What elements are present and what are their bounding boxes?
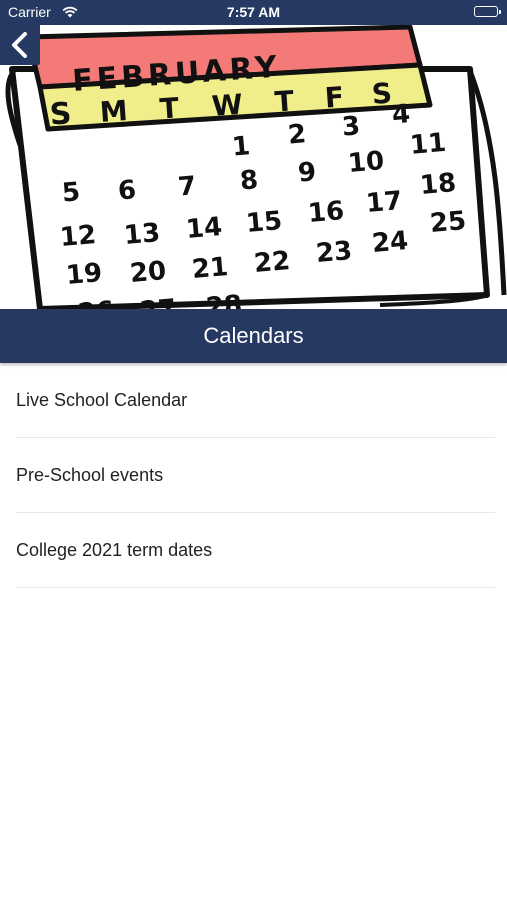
chevron-left-icon bbox=[12, 32, 27, 58]
date-28: 28 bbox=[205, 290, 244, 309]
title-bar: Calendars bbox=[0, 309, 507, 363]
date-20: 20 bbox=[129, 256, 168, 289]
list-item-live-school-calendar[interactable]: Live School Calendar bbox=[16, 363, 495, 438]
back-button[interactable] bbox=[0, 25, 40, 65]
date-8: 8 bbox=[239, 165, 260, 196]
date-11: 11 bbox=[409, 128, 448, 161]
date-21: 21 bbox=[191, 252, 230, 285]
date-17: 17 bbox=[365, 186, 404, 219]
weekday-tue: T bbox=[159, 91, 180, 125]
status-bar: Carrier 7:57 AM bbox=[0, 0, 507, 25]
calendar-header-image: FEBRUARY S M T W T F S 1 2 3 4 5 6 7 8 9… bbox=[0, 25, 507, 309]
weekday-fri: F bbox=[324, 80, 345, 114]
weekday-mon: M bbox=[99, 94, 129, 129]
calendar-illustration: FEBRUARY S M T W T F S 1 2 3 4 5 6 7 8 9… bbox=[5, 25, 507, 309]
date-23: 23 bbox=[315, 236, 354, 269]
page-title: Calendars bbox=[203, 323, 304, 348]
date-4: 4 bbox=[391, 99, 412, 130]
list-item-label: College 2021 term dates bbox=[16, 539, 213, 560]
date-24: 24 bbox=[371, 226, 410, 259]
date-25: 25 bbox=[429, 206, 468, 239]
date-16: 16 bbox=[307, 196, 346, 229]
weekday-sat: S bbox=[371, 76, 393, 110]
date-9: 9 bbox=[297, 157, 318, 188]
date-13: 13 bbox=[123, 218, 162, 251]
battery-icon bbox=[474, 6, 501, 17]
list-item-college-2021-term-dates[interactable]: College 2021 term dates bbox=[16, 513, 495, 588]
list-item-pre-school-events[interactable]: Pre-School events bbox=[16, 438, 495, 513]
date-3: 3 bbox=[341, 111, 362, 142]
date-14: 14 bbox=[185, 212, 224, 245]
date-10: 10 bbox=[347, 146, 386, 179]
date-1: 1 bbox=[231, 131, 252, 162]
date-7: 7 bbox=[177, 171, 198, 202]
date-26: 26 bbox=[77, 296, 116, 309]
date-15: 15 bbox=[245, 206, 284, 239]
date-27: 27 bbox=[139, 294, 178, 309]
date-22: 22 bbox=[253, 246, 292, 279]
date-19: 19 bbox=[65, 258, 104, 291]
list-item-label: Live School Calendar bbox=[16, 389, 188, 410]
date-6: 6 bbox=[117, 175, 138, 206]
list-item-label: Pre-School events bbox=[16, 464, 164, 485]
weekday-sun: S bbox=[49, 96, 73, 132]
date-5: 5 bbox=[61, 177, 82, 208]
calendar-list: Live School Calendar Pre-School events C… bbox=[0, 363, 507, 588]
clock: 7:57 AM bbox=[226, 4, 281, 20]
weekday-wed: W bbox=[211, 88, 244, 123]
date-2: 2 bbox=[287, 119, 308, 150]
date-12: 12 bbox=[59, 220, 98, 253]
weekday-thu: T bbox=[274, 84, 295, 118]
date-18: 18 bbox=[419, 168, 458, 201]
